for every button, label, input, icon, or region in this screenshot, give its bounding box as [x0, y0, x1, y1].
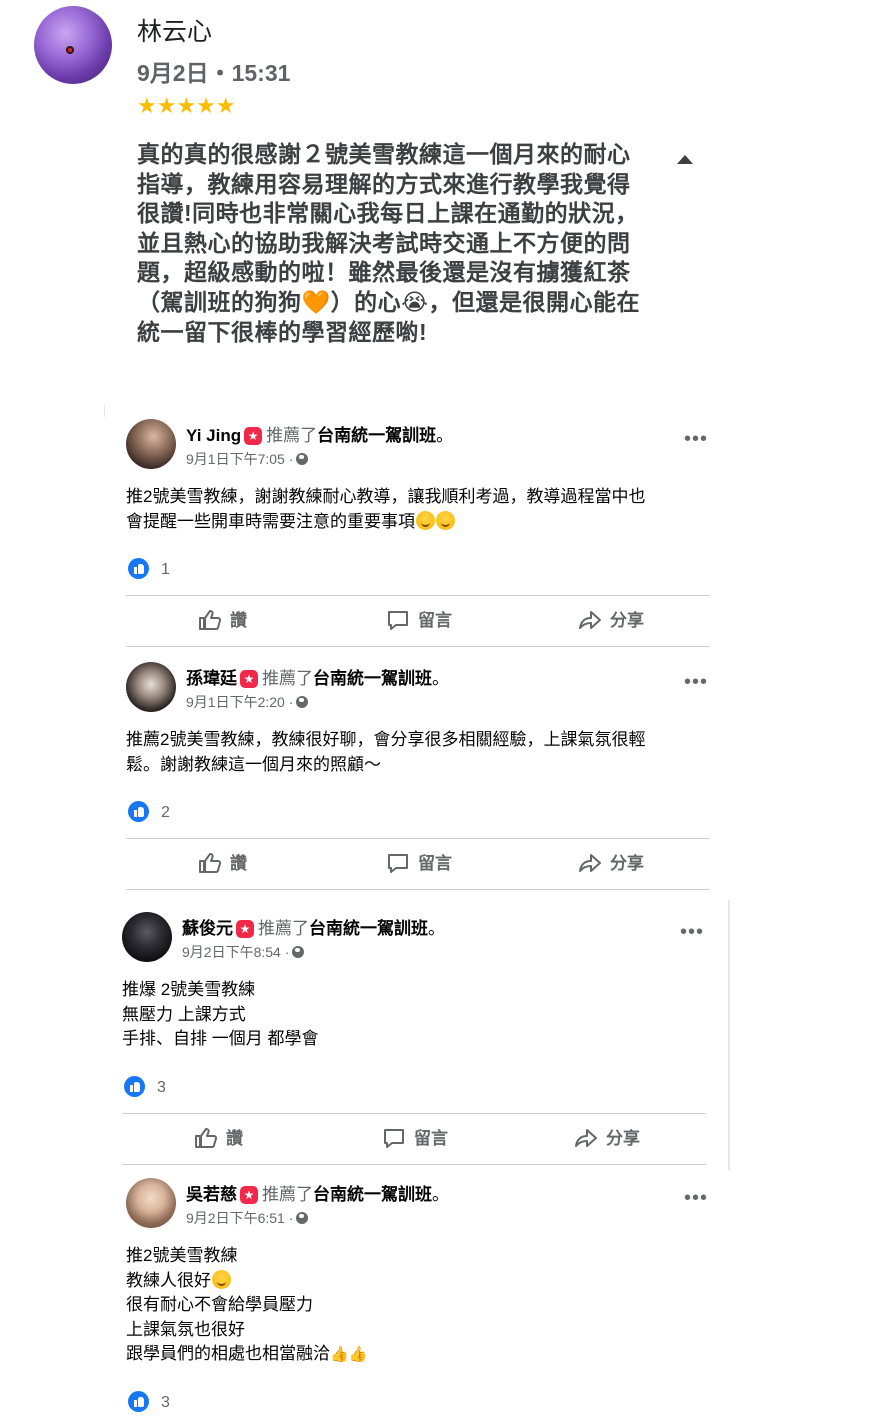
author-name[interactable]: 蘇俊元	[182, 919, 233, 938]
recommendation-post: 蘇俊元 ★ 推薦了台南統一駕訓班。 9月2日下午8:54 · ••• 推爆 2號美雪…	[114, 898, 714, 1168]
recommend-action: 推薦了	[266, 426, 318, 445]
smile-emoji-icon	[416, 510, 435, 530]
globe-icon	[296, 453, 309, 465]
post-header: 吳若慈 ★ 推薦了台南統一駕訓班。	[186, 1185, 449, 1204]
share-icon	[575, 1129, 597, 1147]
recommendation-post: 吳若慈 ★ 推薦了台南統一駕訓班。 9月2日下午6:51 · ••• 推2號美雪教練…	[118, 1164, 718, 1424]
author-name[interactable]: 孫瑋廷	[186, 669, 237, 688]
page-name-link[interactable]: 台南統一駕訓班	[309, 919, 428, 938]
action-bar: 讚 留言 分享	[122, 1113, 706, 1165]
like-button[interactable]: 讚	[194, 1114, 243, 1164]
comment-icon	[388, 611, 408, 630]
thumbs-up-icon	[195, 1128, 218, 1148]
recommend-action: 推薦了	[262, 669, 313, 688]
post-timestamp[interactable]: 9月2日下午6:51 ·	[186, 1208, 309, 1228]
recommendation-post: 孫瑋廷 ★ 推薦了台南統一駕訓班。 9月1日下午2:20 · ••• 推薦2號美雪教…	[118, 648, 718, 893]
like-reaction-icon	[128, 801, 149, 822]
comment-button[interactable]: 留言	[382, 1114, 448, 1164]
avatar[interactable]	[126, 662, 176, 712]
avatar[interactable]	[122, 912, 172, 962]
post-body: 推2號美雪教練，謝謝教練耐心教導，讓我順利考過，教導過程當中也 會提醒一些開車時…	[126, 487, 646, 531]
rating-stars: ★★★★★	[137, 94, 236, 119]
review-date: 9月2日・15:31	[137, 60, 291, 86]
thumbs-up-emoji-icon: 👍	[330, 1345, 349, 1363]
recommend-star-icon: ★	[244, 427, 263, 445]
share-icon	[579, 854, 601, 872]
action-bar: 讚 留言 分享	[126, 595, 710, 647]
avatar[interactable]	[126, 419, 176, 469]
recommend-action: 推薦了	[262, 1185, 313, 1204]
avatar[interactable]	[126, 1178, 176, 1228]
recommend-action: 推薦了	[258, 919, 309, 938]
page-name-link[interactable]: 台南統一駕訓班	[317, 426, 436, 445]
post-body: 推薦2號美雪教練，教練很好聊，會分享很多相關經驗，上課氣氛很輕 鬆。謝謝教練這一…	[126, 730, 646, 774]
like-button[interactable]: 讚	[198, 596, 247, 646]
author-name[interactable]: Yi Jing	[186, 426, 241, 445]
thumbs-up-icon	[199, 853, 222, 873]
like-reaction-icon	[124, 1076, 145, 1097]
post-header: 蘇俊元 ★ 推薦了台南統一駕訓班。	[182, 919, 445, 938]
recommendation-post: Yi Jing ★ 推薦了台南統一駕訓班。 9月1日下午7:05 · ••• 推2號…	[118, 405, 718, 650]
comment-icon	[388, 854, 408, 873]
reaction-count[interactable]: 3	[124, 1076, 166, 1097]
reviewer-avatar[interactable]	[34, 6, 112, 84]
like-reaction-icon	[128, 558, 149, 579]
share-button[interactable]: 分享	[578, 839, 644, 889]
share-button[interactable]: 分享	[574, 1114, 640, 1164]
more-options-icon[interactable]: •••	[684, 1188, 708, 1208]
more-options-icon[interactable]: •••	[680, 922, 704, 942]
review-text: 真的真的很感謝２號美雪教練這一個月來的耐心指導，教練用容易理解的方式來進行教學我…	[137, 141, 641, 345]
post-timestamp[interactable]: 9月1日下午2:20 ·	[186, 692, 309, 712]
page-name-link[interactable]: 台南統一駕訓班	[313, 669, 432, 688]
more-options-icon[interactable]: •••	[684, 429, 708, 449]
page-name-link[interactable]: 台南統一駕訓班	[313, 1185, 432, 1204]
recommend-star-icon: ★	[240, 670, 258, 688]
post-timestamp[interactable]: 9月2日下午8:54 ·	[182, 942, 305, 962]
smile-emoji-icon	[436, 510, 455, 530]
like-reaction-icon	[128, 1391, 149, 1412]
thumbs-up-emoji-icon: 👍	[348, 1345, 368, 1363]
reaction-count[interactable]: 1	[128, 558, 170, 579]
reviewer-name[interactable]: 林云心	[137, 12, 212, 48]
globe-icon	[296, 696, 309, 708]
reaction-count[interactable]: 2	[128, 801, 170, 822]
share-icon	[579, 611, 601, 629]
comment-icon	[384, 1129, 404, 1148]
author-name[interactable]: 吳若慈	[186, 1185, 237, 1204]
divider	[728, 900, 730, 1170]
globe-icon	[296, 1212, 309, 1224]
recommend-star-icon: ★	[240, 1186, 258, 1204]
post-timestamp[interactable]: 9月1日下午7:05 ·	[186, 449, 309, 469]
post-body: 推爆 2號美雪教練 無壓力 上課方式 手排、自排 一個月 都學會	[122, 980, 319, 1048]
more-options-icon[interactable]: •••	[684, 672, 708, 692]
like-button[interactable]: 讚	[198, 839, 247, 889]
recommend-star-icon: ★	[236, 920, 254, 938]
collapse-arrow-icon[interactable]	[677, 155, 693, 164]
share-button[interactable]: 分享	[578, 596, 644, 646]
reaction-count[interactable]: 3	[128, 1391, 170, 1412]
relieved-emoji-icon	[212, 1269, 231, 1289]
divider	[104, 405, 105, 417]
globe-icon	[292, 946, 305, 958]
post-header: 孫瑋廷 ★ 推薦了台南統一駕訓班。	[186, 669, 449, 688]
comment-button[interactable]: 留言	[386, 596, 452, 646]
thumbs-up-icon	[199, 610, 222, 630]
post-header: Yi Jing ★ 推薦了台南統一駕訓班。	[186, 426, 454, 445]
comment-button[interactable]: 留言	[386, 839, 452, 889]
action-bar: 讚 留言 分享	[126, 838, 710, 890]
post-body: 推2號美雪教練 教練人很好 很有耐心不會給學員壓力 上課氣氛也很好 跟學員們的相…	[126, 1244, 711, 1367]
